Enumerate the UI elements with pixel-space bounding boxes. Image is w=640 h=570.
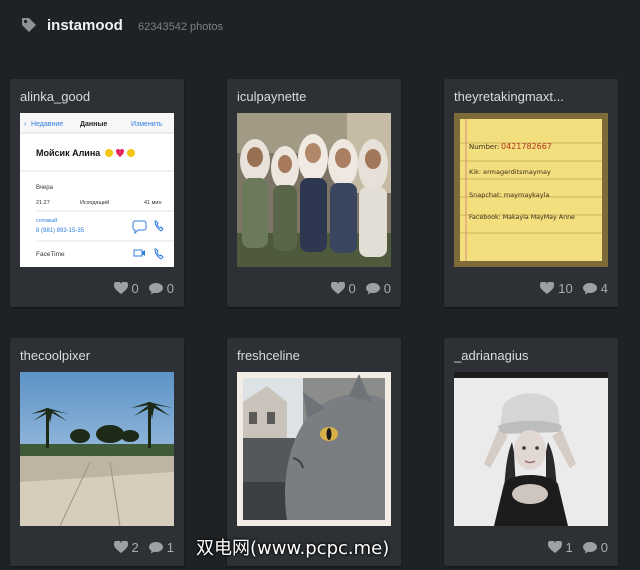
- note-snapchat: Snapchat: maymaykayla: [469, 191, 549, 199]
- card-username[interactable]: freshceline: [237, 348, 393, 363]
- note-kik: Kik: ermagerditsmaymay: [469, 168, 551, 176]
- comment-icon[interactable]: [365, 282, 380, 295]
- photo-thumbnail[interactable]: [20, 372, 174, 526]
- comment-icon[interactable]: [148, 282, 163, 295]
- like-count: 2: [131, 539, 139, 555]
- photo-card[interactable]: _adrianagius 1 0: [444, 338, 618, 566]
- contact-name: Мойсик Алина: [36, 148, 101, 158]
- comment-count: 0: [166, 280, 174, 296]
- comment-count: 4: [600, 280, 608, 296]
- comment-icon[interactable]: [582, 282, 597, 295]
- heart-icon[interactable]: [113, 281, 128, 295]
- card-username[interactable]: theyretakingmaxt...: [454, 89, 610, 104]
- card-username[interactable]: iculpaynette: [237, 89, 393, 104]
- heart-icon[interactable]: [113, 540, 128, 554]
- card-stats: 0 0: [113, 280, 174, 296]
- call-time: 21:27: [36, 200, 50, 206]
- call-day: Вчера: [36, 185, 54, 191]
- back-link: Недавние: [31, 121, 63, 128]
- phone-label: сотовый: [36, 217, 57, 224]
- card-stats: 0 0: [330, 280, 391, 296]
- card-stats: 10 4: [540, 280, 608, 296]
- photo-card[interactable]: thecoolpixer 2 1: [10, 338, 184, 566]
- tag-icon: [20, 16, 38, 34]
- comment-icon[interactable]: [148, 541, 163, 554]
- photo-card[interactable]: iculpaynette 0 0: [227, 79, 401, 307]
- photo-card[interactable]: theyretakingmaxt... Number: 0421782667 K…: [444, 79, 618, 307]
- like-count: 10: [558, 280, 573, 296]
- edit-link: Изменить: [131, 121, 163, 128]
- card-username[interactable]: alinka_good: [20, 89, 176, 104]
- comment-count: 0: [383, 280, 391, 296]
- photo-thumbnail[interactable]: [237, 113, 391, 267]
- note-number-label: Number:: [469, 143, 499, 151]
- comment-count: 1: [166, 539, 174, 555]
- photo-thumbnail[interactable]: [237, 372, 391, 526]
- heart-icon[interactable]: [547, 540, 562, 554]
- like-count: 0: [131, 280, 139, 296]
- heart-icon[interactable]: [540, 281, 555, 295]
- photo-thumbnail[interactable]: [454, 372, 608, 526]
- app-header: instamood 62343542 photos: [0, 0, 640, 56]
- call-type: Исходящий: [80, 199, 109, 206]
- like-count: 1: [565, 539, 573, 555]
- note-number-value: 0421782667: [501, 142, 552, 151]
- card-stats: 1 0: [547, 539, 608, 555]
- photo-count: 62343542 photos: [138, 21, 224, 33]
- photo-card[interactable]: freshceline: [227, 338, 401, 566]
- watermark-text: 双电网(www.pcpc.me): [196, 538, 390, 559]
- brand-title[interactable]: instamood: [47, 17, 123, 34]
- note-facebook: Facebook: Makayla MayMay Anne: [469, 214, 575, 221]
- heart-icon[interactable]: [330, 281, 345, 295]
- comment-icon[interactable]: [582, 541, 597, 554]
- card-username[interactable]: thecoolpixer: [20, 348, 176, 363]
- facetime-label: FaceTime: [36, 251, 65, 258]
- like-count: 0: [348, 280, 356, 296]
- contact-title: Данные: [80, 121, 107, 128]
- card-stats: 2 1: [113, 539, 174, 555]
- card-username[interactable]: _adrianagius: [454, 348, 610, 363]
- phone-number: 8 (981) 893-15-35: [36, 228, 85, 234]
- comment-count: 0: [600, 539, 608, 555]
- photo-thumbnail[interactable]: Number: 0421782667 Kik: ermagerditsmayma…: [454, 113, 608, 267]
- photo-card[interactable]: alinka_good ‹ Недавние Данные Изменить М…: [10, 79, 184, 307]
- photo-thumbnail[interactable]: ‹ Недавние Данные Изменить Мойсик Алина …: [20, 113, 174, 267]
- call-duration: 41 мин: [144, 200, 162, 206]
